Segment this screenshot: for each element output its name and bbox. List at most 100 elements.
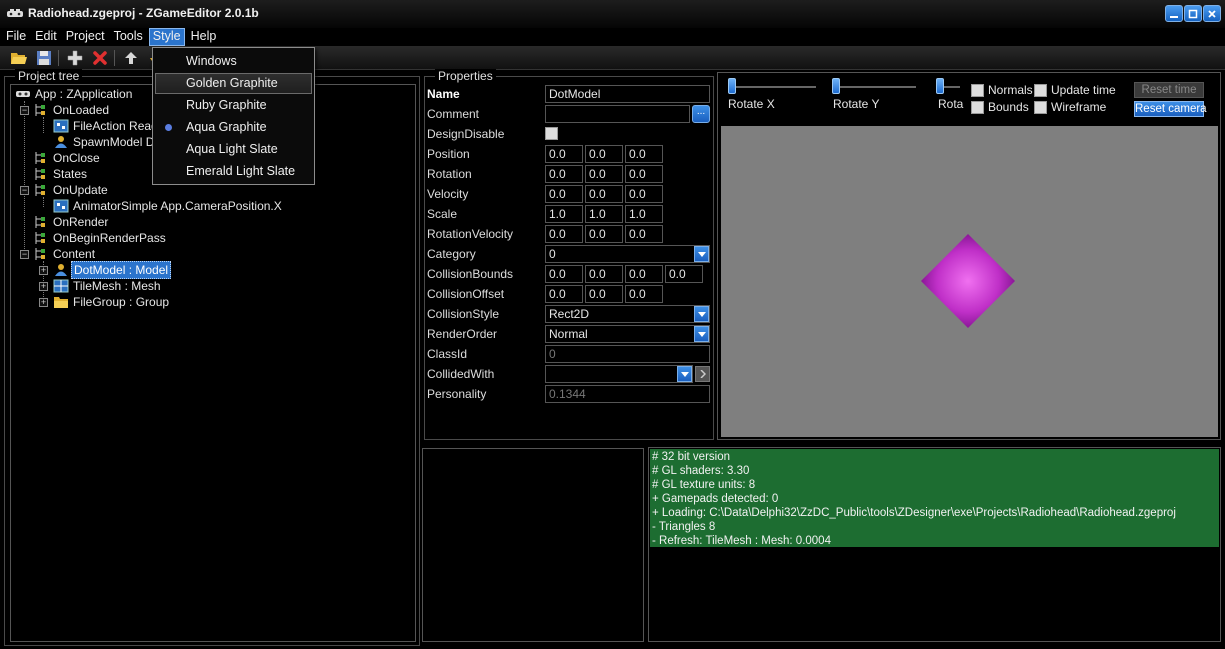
prop-scale-label: Scale <box>427 207 458 221</box>
collisionbounds-3-input[interactable]: 0.0 <box>625 265 663 283</box>
style-option-windows[interactable]: Windows <box>155 51 312 72</box>
tree-node-content[interactable]: Content <box>33 246 97 262</box>
name-input[interactable]: DotModel <box>545 85 710 103</box>
rota-slider-thumb[interactable] <box>936 78 944 94</box>
menu-help[interactable]: Help <box>188 28 220 46</box>
rotation-z-input[interactable]: 0.0 <box>625 165 663 183</box>
tree-line <box>43 117 44 133</box>
folder-open-icon <box>11 53 27 64</box>
collisionstyle-dropdown-button[interactable] <box>694 306 709 322</box>
prop-collidedwith-label: CollidedWith <box>427 367 495 381</box>
tree-node-onloaded[interactable]: OnLoaded <box>33 102 111 118</box>
comment-ellipsis-button[interactable]: ... <box>692 105 710 123</box>
expander-tilemesh[interactable]: + <box>39 282 48 291</box>
dot-model-shape <box>921 234 1015 328</box>
chevron-down-icon <box>697 331 706 337</box>
comment-input[interactable] <box>545 105 690 123</box>
collidedwith-select[interactable] <box>545 365 693 383</box>
scale-z-input[interactable]: 1.0 <box>625 205 663 223</box>
reset-camera-button[interactable]: Reset camera <box>1134 101 1207 117</box>
reset-time-button[interactable]: Reset time <box>1134 82 1204 98</box>
rotationvelocity-x-input[interactable]: 0.0 <box>545 225 583 243</box>
normals-checkbox[interactable] <box>971 84 984 97</box>
style-option-aqua-light-slate[interactable]: Aqua Light Slate <box>155 139 312 160</box>
move-up-button[interactable] <box>122 49 140 67</box>
collidedwith-goto-button[interactable] <box>695 366 710 382</box>
model-preview-viewport[interactable] <box>721 126 1218 437</box>
menu-tools[interactable]: Tools <box>111 28 146 46</box>
collisionbounds-2-input[interactable]: 0.0 <box>585 265 623 283</box>
expander-dotmodel[interactable]: + <box>39 266 48 275</box>
collisionoffset-z-input[interactable]: 0.0 <box>625 285 663 303</box>
wireframe-checkbox[interactable] <box>1034 101 1047 114</box>
designdisable-checkbox[interactable] <box>545 127 558 140</box>
renderorder-select[interactable]: Normal <box>545 325 710 343</box>
tree-node-animatorsimple[interactable]: AnimatorSimple App.CameraPosition.X <box>53 198 284 214</box>
collidedwith-dropdown-button[interactable] <box>677 366 692 382</box>
rotationvelocity-y-input[interactable]: 0.0 <box>585 225 623 243</box>
project-tree-label: Project tree <box>15 69 83 83</box>
close-button[interactable] <box>1203 5 1221 22</box>
style-option-golden-graphite[interactable]: Golden Graphite <box>155 73 312 94</box>
rota-label: Rota <box>938 97 964 111</box>
tree-node-filegroup[interactable]: FileGroup : Group <box>53 294 171 310</box>
rotation-x-input[interactable]: 0.0 <box>545 165 583 183</box>
expander-filegroup[interactable]: + <box>39 298 48 307</box>
minimize-button[interactable] <box>1165 5 1183 22</box>
rotate-x-slider-thumb[interactable] <box>728 78 736 94</box>
style-option-aqua-graphite[interactable]: Aqua Graphite <box>155 117 312 138</box>
rotate-y-slider-thumb[interactable] <box>832 78 840 94</box>
collisionbounds-4-input[interactable]: 0.0 <box>665 265 703 283</box>
velocity-y-input[interactable]: 0.0 <box>585 185 623 203</box>
velocity-x-input[interactable]: 0.0 <box>545 185 583 203</box>
bounds-checkbox[interactable] <box>971 101 984 114</box>
maximize-button[interactable] <box>1184 5 1202 22</box>
position-x-input[interactable]: 0.0 <box>545 145 583 163</box>
category-select[interactable]: 0 <box>545 245 710 263</box>
rotation-y-input[interactable]: 0.0 <box>585 165 623 183</box>
collisionoffset-y-input[interactable]: 0.0 <box>585 285 623 303</box>
tree-node-fileaction[interactable]: FileAction Read <box>53 118 160 134</box>
delete-button[interactable] <box>91 49 109 67</box>
tree-node-spawnmodel[interactable]: SpawnModel Do <box>53 134 163 150</box>
renderorder-dropdown-button[interactable] <box>694 326 709 342</box>
prop-collisionstyle-label: CollisionStyle <box>427 307 500 321</box>
menu-style[interactable]: Style <box>148 28 185 46</box>
tree-node-onupdate[interactable]: OnUpdate <box>33 182 110 198</box>
category-dropdown-button[interactable] <box>694 246 709 262</box>
event-list-icon <box>35 248 45 260</box>
collisionbounds-1-input[interactable]: 0.0 <box>545 265 583 283</box>
expander-onupdate[interactable]: − <box>20 186 29 195</box>
scale-x-input[interactable]: 1.0 <box>545 205 583 223</box>
tree-node-label: FileAction Read <box>73 119 158 133</box>
scale-y-input[interactable]: 1.0 <box>585 205 623 223</box>
menu-edit[interactable]: Edit <box>32 28 60 46</box>
add-button[interactable] <box>66 49 84 67</box>
tree-node-states[interactable]: States <box>33 166 89 182</box>
update-time-checkbox[interactable] <box>1034 84 1047 97</box>
velocity-z-input[interactable]: 0.0 <box>625 185 663 203</box>
tree-node-onclose[interactable]: OnClose <box>33 150 102 166</box>
delete-x-icon <box>93 51 107 65</box>
tree-node-label: AnimatorSimple App.CameraPosition.X <box>73 199 282 213</box>
tree-node-onrender[interactable]: OnRender <box>33 214 110 230</box>
style-option-ruby-graphite[interactable]: Ruby Graphite <box>155 95 312 116</box>
tree-node-tilemesh[interactable]: TileMesh : Mesh <box>53 278 163 294</box>
style-option-emerald-light-slate[interactable]: Emerald Light Slate <box>155 161 312 182</box>
menu-project[interactable]: Project <box>63 28 108 46</box>
expander-onloaded[interactable]: − <box>20 106 29 115</box>
properties-label: Properties <box>435 69 496 83</box>
menu-file[interactable]: File <box>3 28 29 46</box>
expander-content[interactable]: − <box>20 250 29 259</box>
rotationvelocity-z-input[interactable]: 0.0 <box>625 225 663 243</box>
open-button[interactable] <box>10 49 28 67</box>
tree-node-app[interactable]: App : ZApplication <box>15 86 134 102</box>
position-z-input[interactable]: 0.0 <box>625 145 663 163</box>
event-list-icon <box>35 104 45 116</box>
tree-node-dotmodel[interactable]: DotModel : Model <box>53 261 172 279</box>
tree-node-onbeginrenderpass[interactable]: OnBeginRenderPass <box>33 230 168 246</box>
position-y-input[interactable]: 0.0 <box>585 145 623 163</box>
save-button[interactable] <box>35 49 53 67</box>
collisionstyle-select[interactable]: Rect2D <box>545 305 710 323</box>
collisionoffset-x-input[interactable]: 0.0 <box>545 285 583 303</box>
